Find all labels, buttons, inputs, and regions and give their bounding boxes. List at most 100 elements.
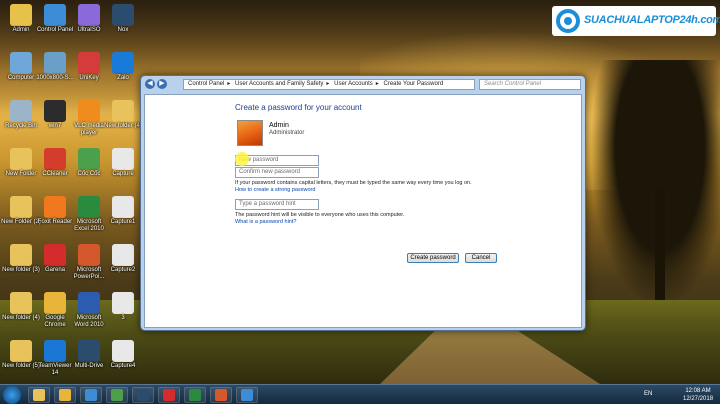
forward-arrow-icon[interactable]: ▶: [157, 79, 167, 89]
desktop-icon[interactable]: Capture4: [103, 340, 143, 370]
desktop-icon-glyph-icon: [78, 4, 100, 26]
paint-icon: [215, 389, 227, 401]
user-name: Admin: [269, 122, 289, 129]
desktop-icon-glyph-icon: [10, 244, 32, 266]
desktop-icon-label: Capture4: [110, 363, 136, 369]
desktop-icon-glyph-icon: [44, 244, 66, 266]
taskbar-chrome-button[interactable]: [54, 387, 76, 403]
password-hint-link[interactable]: What is a password hint?: [235, 219, 296, 225]
media-icon: [85, 389, 97, 401]
strong-password-link[interactable]: How to create a strong password: [235, 187, 315, 193]
user-role: Administrator: [269, 130, 305, 136]
create-password-button[interactable]: Create password: [407, 253, 459, 263]
capture-icon: [189, 389, 201, 401]
desktop-icon-glyph-icon: [10, 196, 32, 218]
desktop-icon-label: Nox: [117, 27, 129, 33]
desktop-icon-glyph-icon: [10, 100, 32, 122]
desktop-icon[interactable]: Capture2: [103, 244, 143, 274]
desktop-icon-glyph-icon: [78, 196, 100, 218]
desktop-icon-glyph-icon: [112, 148, 134, 170]
desktop-icon-glyph-icon: [78, 244, 100, 266]
caps-note: If your password contains capital letter…: [235, 180, 472, 186]
explorer-icon: [33, 389, 45, 401]
desktop-icon[interactable]: Zalo: [103, 52, 143, 82]
desktop-icon-glyph-icon: [10, 4, 32, 26]
breadcrumb-item[interactable]: Control Panel: [188, 81, 224, 87]
taskbar-paint-button[interactable]: [210, 387, 232, 403]
window-content: Create a password for your account Admin…: [144, 94, 582, 328]
desktop-icon-glyph-icon: [112, 100, 134, 122]
desktop-icon-glyph-icon: [10, 148, 32, 170]
password-hint-field[interactable]: Type a password hint: [235, 199, 319, 210]
page-title: Create a password for your account: [235, 103, 362, 112]
cancel-button[interactable]: Cancel: [465, 253, 497, 263]
garena-icon: [163, 389, 175, 401]
desktop-icon-glyph-icon: [44, 4, 66, 26]
taskbar-control-panel-button[interactable]: [236, 387, 258, 403]
desktop-icon[interactable]: 3: [103, 292, 143, 322]
desktop-icon-glyph-icon: [78, 340, 100, 362]
desktop-icon-glyph-icon: [112, 244, 134, 266]
taskbar-garena-button[interactable]: [158, 387, 180, 403]
taskbar: EN 12:08 AM 12/27/2018: [0, 384, 720, 404]
wallpaper-tree-trunk: [655, 190, 665, 300]
desktop-icon-glyph-icon: [112, 196, 134, 218]
nox-icon: [137, 389, 149, 401]
desktop-icon-label: New folder (4): [104, 123, 142, 129]
create-password-window: ◀ ▶ Control Panel ▸ User Accounts and Fam…: [140, 75, 586, 331]
desktop-icon[interactable]: New folder (4): [103, 100, 143, 130]
desktop-icon-glyph-icon: [10, 292, 32, 314]
desktop-icon-glyph-icon: [112, 292, 134, 314]
desktop-icon-glyph-icon: [78, 100, 100, 122]
desktop-icon-glyph-icon: [112, 52, 134, 74]
desktop-icon-label: Capture1: [110, 219, 136, 225]
clock-time: 12:08 AM: [685, 388, 711, 394]
clock[interactable]: 12:08 AM 12/27/2018: [683, 387, 713, 403]
breadcrumb-item[interactable]: User Accounts: [334, 81, 373, 87]
desktop-icon-glyph-icon: [78, 292, 100, 314]
desktop-icon-label: Capture2: [110, 267, 136, 273]
address-bar[interactable]: Control Panel ▸ User Accounts and Family …: [183, 79, 475, 90]
cursor-highlight: [235, 152, 249, 166]
desktop-icon[interactable]: Capture: [103, 148, 143, 178]
desktop-icon-glyph-icon: [78, 52, 100, 74]
start-button[interactable]: [3, 386, 21, 404]
brand-banner: SUACHUALAPTOP24h.com: [552, 6, 720, 36]
breadcrumb-item[interactable]: User Accounts and Family Safety: [235, 81, 323, 87]
confirm-password-field[interactable]: Confirm new password: [235, 167, 319, 178]
language-indicator[interactable]: EN: [644, 391, 652, 397]
desktop-icon-label: Capture: [112, 171, 134, 177]
taskbar-coccoc-button[interactable]: [106, 387, 128, 403]
desktop-icon-label: Zalo: [117, 75, 129, 81]
desktop-icon-glyph-icon: [44, 52, 66, 74]
brand-text: SUACHUALAPTOP24h.com: [584, 14, 720, 26]
coccoc-icon: [111, 389, 123, 401]
desktop-icon-glyph-icon: [44, 148, 66, 170]
avatar: [237, 120, 263, 146]
back-arrow-icon[interactable]: ◀: [145, 79, 155, 89]
desktop-icon-glyph-icon: [10, 52, 32, 74]
window-navbar: ◀ ▶ Control Panel ▸ User Accounts and Fam…: [145, 79, 581, 91]
desktop-icon-glyph-icon: [44, 100, 66, 122]
desktop-icon-glyph-icon: [112, 4, 134, 26]
control-panel-icon: [241, 389, 253, 401]
desktop-icon[interactable]: Nox: [103, 4, 143, 34]
search-input[interactable]: Search Control Panel: [479, 79, 581, 90]
chrome-icon: [59, 389, 71, 401]
desktop-icon-glyph-icon: [10, 340, 32, 362]
desktop-icon-label: 3: [121, 315, 125, 321]
clock-date: 12/27/2018: [683, 396, 714, 402]
desktop-icon-glyph-icon: [44, 292, 66, 314]
taskbar-nox-button[interactable]: [132, 387, 154, 403]
gear-logo-icon: [556, 9, 580, 33]
taskbar-media-button[interactable]: [80, 387, 102, 403]
desktop-icon-glyph-icon: [112, 340, 134, 362]
desktop-icon-glyph-icon: [78, 148, 100, 170]
hint-note: The password hint will be visible to eve…: [235, 212, 405, 218]
desktop-icon-glyph-icon: [44, 340, 66, 362]
taskbar-capture-button[interactable]: [184, 387, 206, 403]
desktop-icon-glyph-icon: [44, 196, 66, 218]
taskbar-explorer-button[interactable]: [28, 387, 50, 403]
desktop-icon[interactable]: Capture1: [103, 196, 143, 226]
breadcrumb-item[interactable]: Create Your Password: [383, 81, 443, 87]
